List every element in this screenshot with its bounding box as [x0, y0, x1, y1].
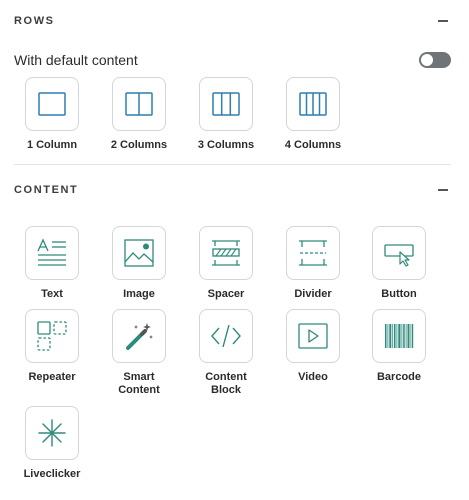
three-columns-icon [212, 92, 240, 116]
tile-label: Liveclicker [23, 468, 81, 480]
tile-label: 3 Columns [197, 139, 255, 151]
content-image[interactable]: Image [104, 226, 174, 301]
content-section-title: CONTENT [14, 184, 79, 196]
content-liveclicker[interactable]: Liveclicker [17, 406, 87, 481]
content-text[interactable]: Text [17, 226, 87, 301]
liveclicker-icon [38, 419, 66, 447]
button-icon [384, 244, 414, 267]
row-3-columns[interactable]: 3 Columns [191, 77, 261, 152]
text-icon [37, 238, 66, 266]
content-repeater[interactable]: Repeater [17, 309, 87, 384]
tile-box [199, 226, 253, 280]
rows-section-header[interactable]: ROWS [14, 11, 451, 31]
content-content-block[interactable]: Content Block [191, 309, 261, 397]
tile-label: Repeater [28, 371, 76, 383]
spacer-icon [212, 240, 240, 266]
content-barcode[interactable]: Barcode [364, 309, 434, 384]
tile-label: 4 Columns [284, 139, 342, 151]
content-button[interactable]: Button [364, 226, 434, 301]
content-collapse-button[interactable] [435, 182, 451, 198]
tile-box [286, 226, 340, 280]
tile-box [25, 226, 79, 280]
rows-section-title: ROWS [14, 15, 55, 27]
tile-box [112, 309, 166, 363]
image-icon [124, 239, 154, 267]
tile-label: Text [41, 288, 63, 300]
content-smart-content[interactable]: Smart Content [104, 309, 174, 397]
tile-label: 1 Column [26, 139, 78, 151]
repeater-icon [37, 321, 67, 351]
magic-wand-icon [126, 323, 153, 350]
tile-label: Video [298, 371, 328, 383]
row-1-column[interactable]: 1 Column [17, 77, 87, 152]
default-content-row: With default content [14, 49, 451, 71]
tile-label: Button [381, 288, 417, 300]
two-columns-icon [125, 92, 153, 116]
tile-box [25, 77, 79, 131]
content-divider[interactable]: Divider [278, 226, 348, 301]
default-content-toggle[interactable] [419, 52, 451, 68]
tile-box [25, 406, 79, 460]
tile-box [372, 309, 426, 363]
tile-box [112, 226, 166, 280]
toggle-knob [421, 54, 433, 66]
one-column-icon [38, 92, 66, 116]
divider-icon [299, 240, 327, 266]
row-2-columns[interactable]: 2 Columns [104, 77, 174, 152]
tile-label: Content Block [205, 371, 247, 396]
tile-label: Spacer [207, 288, 245, 300]
section-divider [14, 164, 451, 165]
tile-label: Barcode [376, 371, 422, 383]
tile-box [199, 77, 253, 131]
video-icon [298, 323, 328, 349]
four-columns-icon [299, 92, 327, 116]
tile-box [25, 309, 79, 363]
tile-box [286, 77, 340, 131]
code-icon [211, 324, 241, 348]
content-section-header[interactable]: CONTENT [14, 180, 451, 200]
tile-label: Divider [294, 288, 332, 300]
tile-box [286, 309, 340, 363]
rows-collapse-button[interactable] [435, 13, 451, 29]
tile-label: Image [123, 288, 155, 300]
tile-box [372, 226, 426, 280]
tile-label: Smart Content [118, 371, 160, 396]
tile-box [199, 309, 253, 363]
content-video[interactable]: Video [278, 309, 348, 384]
tile-box [112, 77, 166, 131]
tile-label: 2 Columns [110, 139, 168, 151]
default-content-label: With default content [14, 52, 138, 68]
row-4-columns[interactable]: 4 Columns [278, 77, 348, 152]
barcode-icon [385, 324, 414, 348]
content-spacer[interactable]: Spacer [191, 226, 261, 301]
